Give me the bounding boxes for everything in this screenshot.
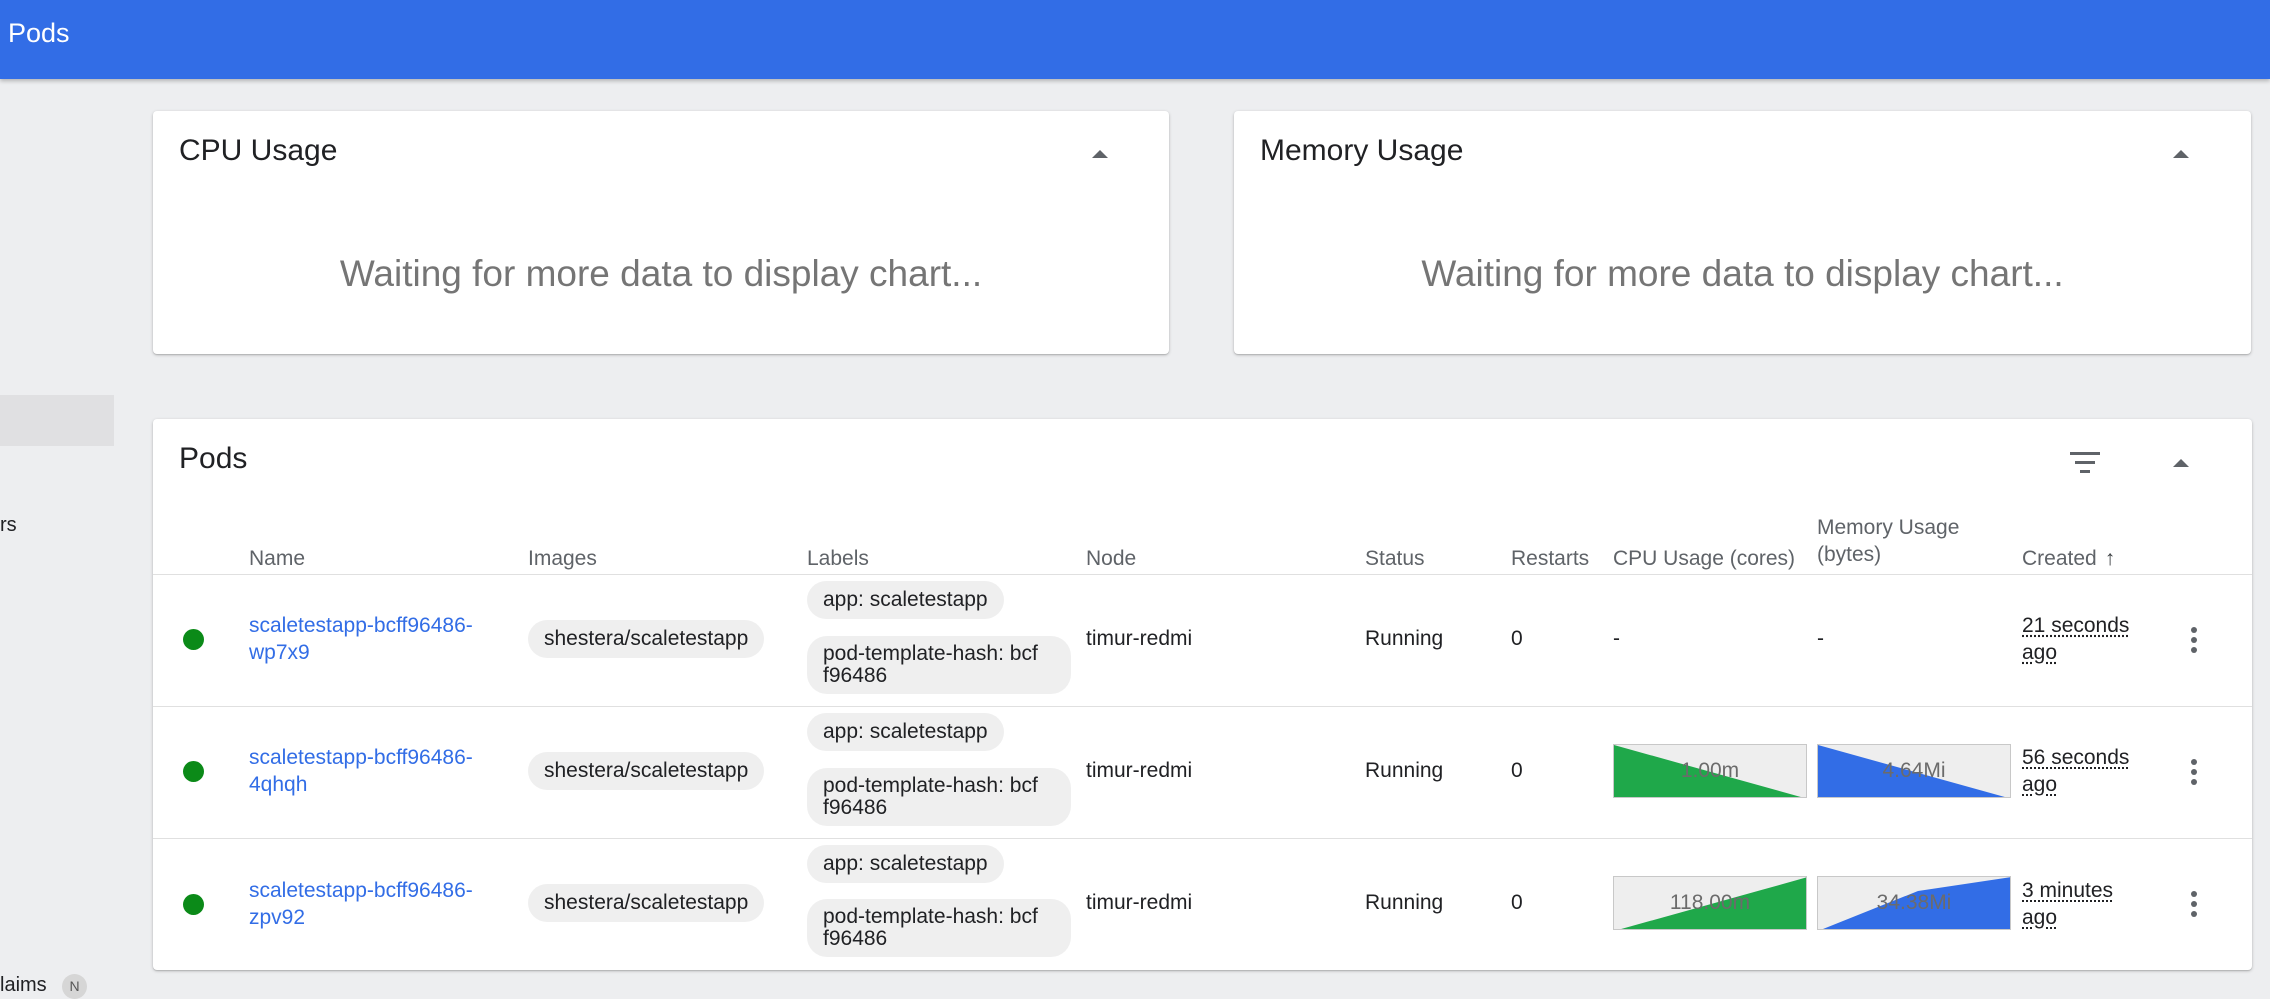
- filter-icon[interactable]: [2070, 452, 2100, 479]
- cpu-cell: -: [1613, 627, 1620, 650]
- table-divider: [153, 838, 2252, 839]
- cpu-usage-card: CPU Usage Waiting for more data to displ…: [153, 111, 1169, 354]
- pod-name-link[interactable]: scaletestapp-bcff96486- 4qhqh: [249, 744, 509, 798]
- cpu-sparkline: 118.00m: [1613, 876, 1807, 930]
- sidebar-item-partial-rs[interactable]: rs: [0, 514, 17, 537]
- image-chip: shestera/scaletestapp: [528, 620, 765, 658]
- memory-cell: -: [1817, 627, 1824, 650]
- node-cell: timur-redmi: [1086, 759, 1193, 782]
- sidebar-item-selected[interactable]: [0, 395, 114, 446]
- memory-sparkline: 34.38Mi: [1817, 876, 2011, 930]
- sidebar-namespaced-badge: N: [62, 974, 87, 999]
- column-header-node[interactable]: Node: [1086, 545, 1136, 572]
- restarts-cell: 0: [1511, 627, 1523, 650]
- column-header-created-label: Created: [2022, 547, 2097, 570]
- label-chip-app: app: scaletestapp: [807, 845, 1004, 883]
- status-cell: Running: [1365, 891, 1444, 914]
- more-vert-icon[interactable]: [2191, 759, 2197, 789]
- pod-name-link[interactable]: scaletestapp-bcff96486- zpv92: [249, 877, 509, 931]
- pods-card-title: Pods: [179, 442, 248, 475]
- table-divider: [153, 574, 2252, 575]
- cpu-sparkline-value: 118.00m: [1669, 891, 1751, 914]
- table-divider: [153, 706, 2252, 707]
- label-chip-hash: pod-template-hash: bcf f96486: [807, 636, 1071, 694]
- cpu-sparkline: 1.00m: [1613, 744, 1807, 798]
- pod-name-link[interactable]: scaletestapp-bcff96486- wp7x9: [249, 612, 509, 666]
- more-vert-icon[interactable]: [2191, 891, 2197, 921]
- column-header-memory[interactable]: Memory Usage (bytes): [1817, 514, 1959, 568]
- created-cell: 56 seconds ago: [2022, 746, 2130, 796]
- column-header-cpu[interactable]: CPU Usage (cores): [1613, 545, 1795, 572]
- memory-sparkline: 4.64Mi: [1817, 744, 2011, 798]
- status-running-icon: [183, 894, 204, 915]
- image-chip: shestera/scaletestapp: [528, 752, 765, 790]
- collapse-caret-icon[interactable]: [1092, 150, 1108, 158]
- cpu-chart-waiting-message: Waiting for more data to display chart..…: [339, 253, 983, 294]
- column-header-memory-line2: (bytes): [1817, 543, 1882, 566]
- node-cell: timur-redmi: [1086, 627, 1193, 650]
- restarts-cell: 0: [1511, 891, 1523, 914]
- page-title: Pods: [8, 18, 70, 48]
- memory-usage-title: Memory Usage: [1260, 134, 1464, 167]
- column-header-restarts[interactable]: Restarts: [1511, 545, 1589, 572]
- collapse-caret-icon[interactable]: [2173, 459, 2189, 467]
- restarts-cell: 0: [1511, 759, 1523, 782]
- created-cell: 3 minutes ago: [2022, 879, 2114, 929]
- column-header-memory-line1: Memory Usage: [1817, 516, 1960, 539]
- memory-sparkline-value: 4.64Mi: [1882, 759, 1946, 782]
- image-chip: shestera/scaletestapp: [528, 884, 765, 922]
- column-header-name[interactable]: Name: [249, 545, 305, 572]
- created-cell: 21 seconds ago: [2022, 614, 2130, 664]
- more-vert-icon[interactable]: [2191, 627, 2197, 657]
- column-header-created[interactable]: Created ↑: [2022, 545, 2115, 572]
- node-cell: timur-redmi: [1086, 891, 1193, 914]
- column-header-status[interactable]: Status: [1365, 545, 1425, 572]
- memory-usage-card: Memory Usage Waiting for more data to di…: [1234, 111, 2251, 354]
- cpu-usage-title: CPU Usage: [179, 134, 338, 167]
- memory-chart-waiting-message: Waiting for more data to display chart..…: [1421, 253, 2064, 294]
- column-header-images: Images: [528, 547, 597, 570]
- label-chip-hash: pod-template-hash: bcf f96486: [807, 899, 1071, 957]
- status-running-icon: [183, 629, 204, 650]
- label-chip-app: app: scaletestapp: [807, 581, 1004, 619]
- status-running-icon: [183, 761, 204, 782]
- status-cell: Running: [1365, 627, 1444, 650]
- label-chip-app: app: scaletestapp: [807, 713, 1004, 751]
- status-cell: Running: [1365, 759, 1444, 782]
- memory-sparkline-value: 34.38Mi: [1876, 891, 1952, 914]
- sidebar-item-partial-claims[interactable]: laims: [0, 974, 47, 997]
- label-chip-hash: pod-template-hash: bcf f96486: [807, 768, 1071, 826]
- column-header-labels: Labels: [807, 547, 869, 570]
- cpu-sparkline-value: 1.00m: [1680, 759, 1740, 782]
- top-app-bar: Pods: [0, 0, 2270, 79]
- sort-ascending-icon: ↑: [2104, 547, 2116, 570]
- collapse-caret-icon[interactable]: [2173, 150, 2189, 158]
